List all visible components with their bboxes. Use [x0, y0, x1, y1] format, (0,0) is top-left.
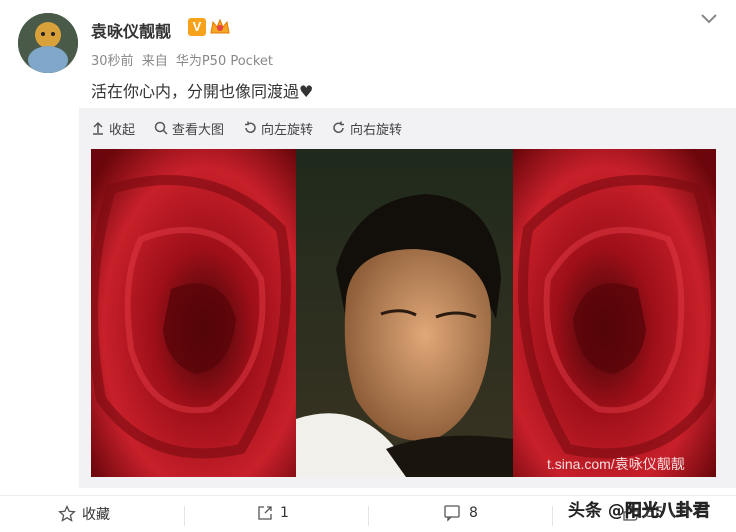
collapse-button[interactable]: 收起 — [91, 119, 135, 138]
rose-image-right — [513, 149, 716, 477]
divider — [368, 506, 369, 526]
view-large-button[interactable]: 查看大图 — [154, 119, 224, 138]
chevron-down-icon[interactable] — [698, 10, 720, 28]
comment-count: 8 — [469, 505, 478, 521]
divider — [552, 506, 553, 526]
username[interactable]: 袁咏仪靓靓 — [91, 18, 171, 42]
rotate-left-label: 向左旋转 — [261, 122, 314, 138]
post-image[interactable]: t.sina.com/袁咏仪靓靓 — [91, 149, 716, 477]
source-device[interactable]: 华为P50 Pocket — [176, 54, 273, 69]
image-toolbar: 收起 查看大图 向左旋转 向右旋转 — [91, 117, 421, 139]
collapse-icon — [93, 121, 103, 135]
rotate-right-icon — [333, 121, 345, 133]
portrait-image — [296, 149, 513, 477]
collapse-label: 收起 — [109, 122, 136, 138]
crown-icon — [209, 17, 231, 37]
rotate-left-button[interactable]: 向左旋转 — [243, 119, 313, 138]
search-icon — [154, 121, 168, 135]
comment-icon — [444, 505, 460, 522]
rotate-right-label: 向右旋转 — [350, 122, 403, 138]
page-watermark-name: 阳光八卦君 — [624, 501, 711, 522]
post-text: 活在你心内，分開也像同渡過♥ — [91, 82, 314, 101]
page-watermark: 头条 @阳光八卦君 — [568, 496, 711, 522]
rose-image-left — [91, 149, 296, 477]
post-meta: 30秒前 来自 华为P50 Pocket — [91, 50, 277, 69]
image-watermark: t.sina.com/袁咏仪靓靓 — [547, 456, 685, 472]
divider — [184, 506, 185, 526]
favorite-label: 收藏 — [82, 507, 110, 523]
repost-button[interactable]: 1 — [256, 504, 289, 522]
view-large-label: 查看大图 — [172, 122, 225, 138]
post-time[interactable]: 30秒前 — [91, 54, 134, 69]
favorite-button[interactable]: 收藏 — [58, 504, 110, 524]
page-watermark-prefix: 头条 @ — [568, 501, 625, 521]
share-icon — [258, 506, 272, 520]
rotate-right-button[interactable]: 向右旋转 — [332, 119, 402, 138]
verified-badge-icon: V — [188, 18, 206, 36]
comment-button[interactable]: 8 — [443, 504, 478, 522]
repost-count: 1 — [280, 505, 289, 521]
rotate-left-icon — [245, 121, 256, 133]
avatar[interactable] — [18, 13, 78, 73]
star-icon — [58, 505, 76, 522]
source-prefix: 来自 — [141, 54, 168, 69]
